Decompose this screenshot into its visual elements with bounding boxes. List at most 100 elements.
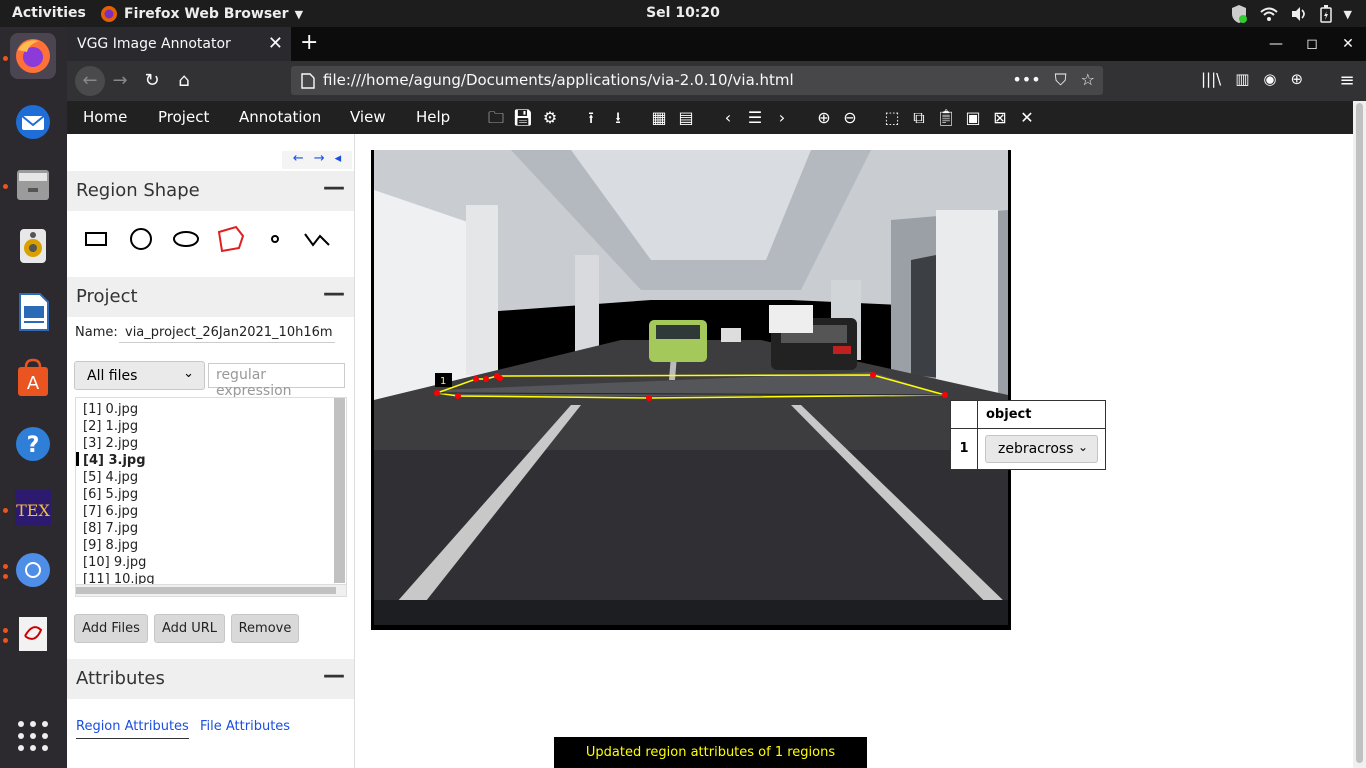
- list-item[interactable]: [3] 2.jpg: [83, 435, 138, 452]
- annotation-editor-icon[interactable]: ▤: [675, 107, 697, 129]
- regex-filter-input[interactable]: regular expression: [208, 363, 345, 399]
- grid-view-icon[interactable]: ▦: [648, 107, 670, 129]
- settings-icon[interactable]: ⚙: [539, 107, 561, 129]
- dock-help[interactable]: ?: [10, 421, 56, 467]
- panel-collapse-arrow[interactable]: ◂: [335, 151, 342, 169]
- polygon-vertex[interactable]: [483, 376, 489, 382]
- menu-project[interactable]: Project: [158, 108, 209, 126]
- dock-firefox[interactable]: [10, 33, 56, 79]
- shape-ellipse[interactable]: [168, 224, 204, 254]
- zoom-in-icon[interactable]: ⊕: [813, 107, 835, 129]
- polygon-vertex[interactable]: [497, 375, 503, 381]
- file-list-vertical-scrollbar[interactable]: [334, 398, 345, 583]
- download-icon[interactable]: ⭳: [607, 107, 629, 129]
- polygon-vertex[interactable]: [870, 372, 876, 378]
- tab-region-attributes[interactable]: Region Attributes: [76, 719, 189, 739]
- project-header[interactable]: Project —: [67, 277, 354, 317]
- shape-point[interactable]: [257, 224, 293, 254]
- page-actions-icon[interactable]: •••: [1012, 70, 1040, 90]
- back-icon[interactable]: ←: [75, 66, 105, 96]
- account-icon[interactable]: ◉: [1263, 70, 1276, 88]
- page-scrollbar[interactable]: [1353, 101, 1366, 768]
- save-project-icon[interactable]: 💾︎: [512, 107, 534, 129]
- volume-icon[interactable]: [1290, 6, 1308, 22]
- chevron-down-icon[interactable]: ▼: [1344, 8, 1352, 21]
- list-item[interactable]: [2] 1.jpg: [83, 418, 138, 435]
- panel-next-arrow[interactable]: →: [314, 151, 325, 169]
- menu-icon[interactable]: ≡: [1334, 69, 1360, 93]
- remove-button[interactable]: Remove: [231, 614, 299, 643]
- paste-n-icon[interactable]: ▣: [962, 107, 984, 129]
- list-item[interactable]: [1] 0.jpg: [83, 401, 138, 418]
- file-filter-select[interactable]: All files ⌄: [74, 361, 205, 390]
- shape-polygon[interactable]: [213, 224, 249, 254]
- polygon-vertex[interactable]: [942, 392, 948, 398]
- file-list-horizontal-scrollbar[interactable]: [76, 584, 346, 596]
- activities-button[interactable]: Activities: [12, 5, 86, 21]
- object-dropdown[interactable]: zebracross ⌄: [985, 435, 1098, 463]
- shield-icon[interactable]: [1230, 4, 1248, 24]
- menu-help[interactable]: Help: [416, 108, 450, 126]
- new-tab-button[interactable]: +: [300, 30, 318, 55]
- shape-polyline[interactable]: [299, 224, 335, 254]
- close-window-icon[interactable]: ✕: [1330, 27, 1366, 61]
- panel-prev-arrow[interactable]: ←: [293, 151, 304, 169]
- attributes-header[interactable]: Attributes —: [67, 659, 354, 699]
- image-canvas[interactable]: 1: [371, 150, 1011, 630]
- delete-region-icon[interactable]: ⊠: [989, 107, 1011, 129]
- image-list-icon[interactable]: ☰: [744, 107, 766, 129]
- list-item-selected[interactable]: [4] 3.jpg: [83, 452, 146, 469]
- upload-icon[interactable]: ⭱: [580, 107, 602, 129]
- dock-writer[interactable]: [10, 289, 56, 335]
- dock-software[interactable]: A: [10, 355, 56, 401]
- polygon-vertex[interactable]: [434, 390, 440, 396]
- add-files-button[interactable]: Add Files: [74, 614, 148, 643]
- collapse-icon[interactable]: —: [323, 663, 345, 688]
- list-item[interactable]: [5] 4.jpg: [83, 469, 138, 486]
- menu-view[interactable]: View: [350, 108, 386, 126]
- shape-circle[interactable]: [123, 224, 159, 254]
- dock-evince[interactable]: [10, 611, 56, 657]
- dock-thunderbird[interactable]: [10, 99, 56, 145]
- close-icon[interactable]: ✕: [1016, 107, 1038, 129]
- previous-image-icon[interactable]: ‹: [717, 107, 739, 129]
- tab-file-attributes[interactable]: File Attributes: [200, 719, 290, 734]
- menu-annotation[interactable]: Annotation: [239, 108, 321, 126]
- sidebar-icon[interactable]: ▥: [1235, 70, 1249, 88]
- list-item[interactable]: [9] 8.jpg: [83, 537, 138, 554]
- list-item[interactable]: [6] 5.jpg: [83, 486, 138, 503]
- collapse-icon[interactable]: —: [323, 281, 345, 306]
- home-icon[interactable]: ⌂: [171, 69, 197, 93]
- dock-chromium[interactable]: [10, 547, 56, 593]
- add-url-button[interactable]: Add URL: [154, 614, 225, 643]
- bookmark-star-icon[interactable]: ☆: [1081, 70, 1095, 90]
- file-list[interactable]: [1] 0.jpg [2] 1.jpg [3] 2.jpg [4] 3.jpg …: [75, 397, 347, 597]
- show-applications-button[interactable]: [10, 713, 56, 759]
- polygon-vertex[interactable]: [455, 393, 461, 399]
- region-shape-header[interactable]: Region Shape —: [67, 171, 354, 211]
- globe-icon[interactable]: ⊕: [1291, 70, 1304, 88]
- dock-rhythmbox[interactable]: [10, 223, 56, 269]
- pocket-icon[interactable]: ⛉: [1055, 70, 1067, 90]
- zoom-out-icon[interactable]: ⊖: [839, 107, 861, 129]
- app-menu[interactable]: Firefox Web Browser ▼: [100, 5, 303, 23]
- library-icon[interactable]: |||\: [1201, 70, 1221, 88]
- wifi-icon[interactable]: [1259, 6, 1278, 22]
- polygon-vertex[interactable]: [473, 376, 479, 382]
- collapse-icon[interactable]: —: [323, 175, 345, 200]
- open-project-icon[interactable]: 🗀: [485, 107, 507, 129]
- list-item[interactable]: [8] 7.jpg: [83, 520, 138, 537]
- menu-home[interactable]: Home: [83, 108, 127, 126]
- list-item[interactable]: [7] 6.jpg: [83, 503, 138, 520]
- list-item[interactable]: [10] 9.jpg: [83, 554, 146, 571]
- close-tab-icon[interactable]: ✕: [268, 33, 283, 54]
- select-all-icon[interactable]: ⬚: [881, 107, 903, 129]
- shape-rectangle[interactable]: [78, 224, 114, 254]
- dock-files[interactable]: [10, 161, 56, 207]
- copy-icon[interactable]: ⧉: [908, 107, 930, 129]
- reload-icon[interactable]: ↻: [139, 69, 165, 93]
- maximize-icon[interactable]: ◻: [1294, 27, 1330, 61]
- paste-icon[interactable]: 📋︎: [935, 107, 957, 129]
- browser-tab[interactable]: VGG Image Annotator ✕: [67, 27, 291, 61]
- minimize-icon[interactable]: —: [1258, 27, 1294, 61]
